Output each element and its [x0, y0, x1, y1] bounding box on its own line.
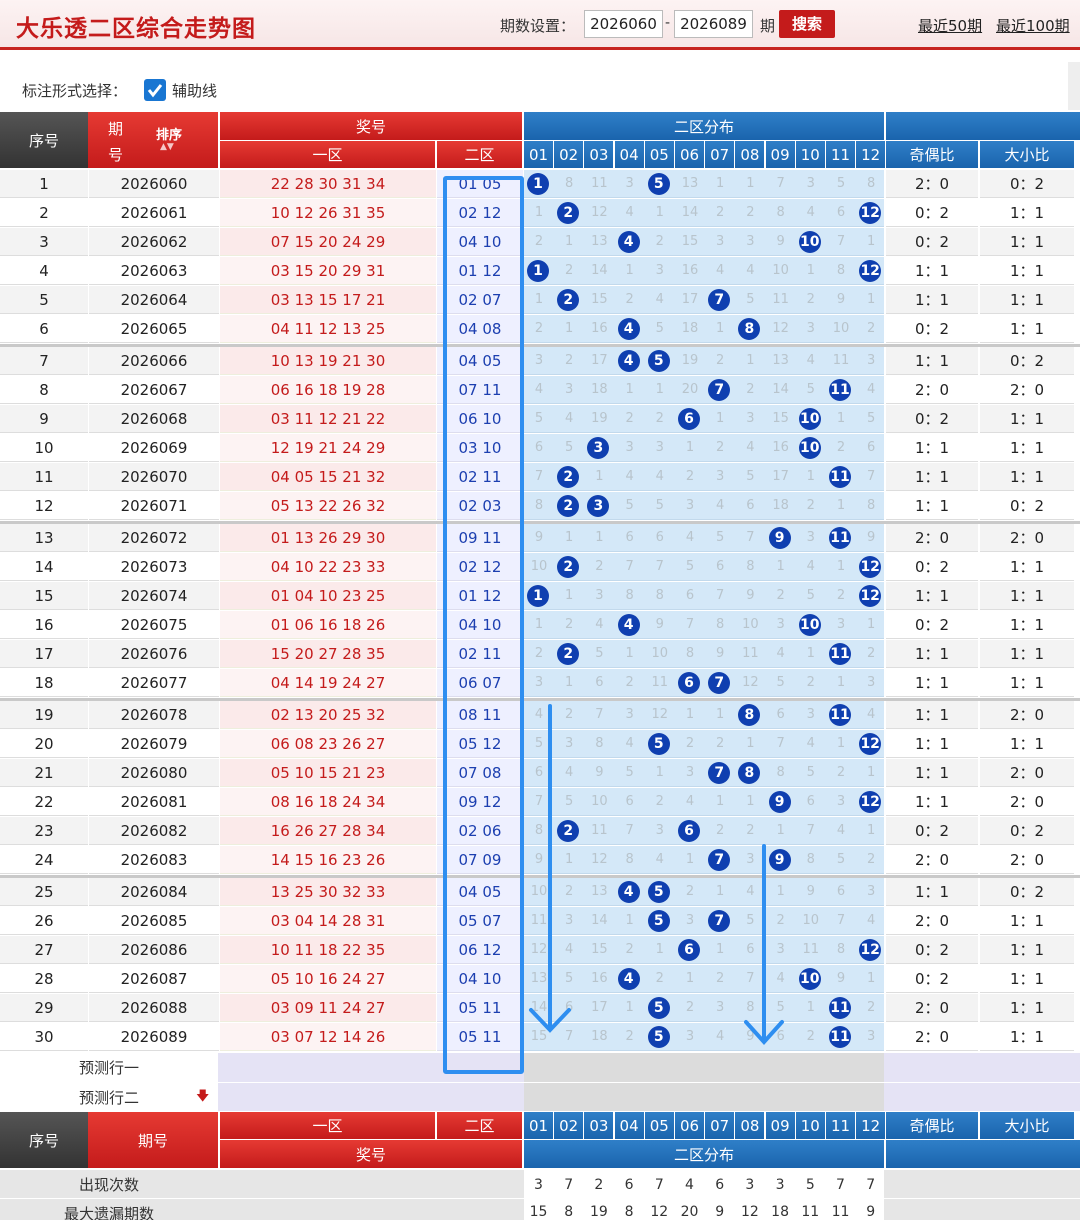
annotation-arrows [529, 704, 784, 1045]
